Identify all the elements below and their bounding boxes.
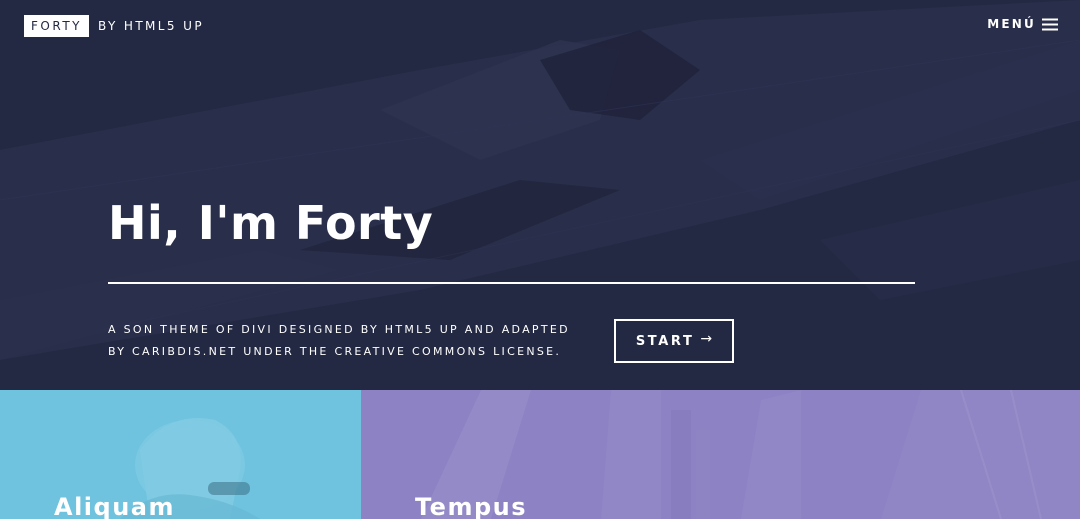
hero-description-line: BY CARIBDIS.NET UNDER THE CREATIVE COMMO… — [108, 345, 562, 358]
menu-button[interactable]: MENÚ — [987, 17, 1058, 31]
hero-divider — [108, 282, 915, 284]
hero-title: Hi, I'm Forty — [108, 196, 434, 250]
tile-aliquam[interactable]: Aliquam — [0, 390, 361, 519]
hamburger-icon — [1042, 18, 1058, 30]
start-button[interactable]: START → — [614, 319, 734, 363]
start-button-label: START — [635, 333, 695, 349]
hero-description: A SON THEME OF DIVI DESIGNED BY HTML5 UP… — [108, 319, 588, 363]
menu-label: MENÚ — [987, 17, 1036, 31]
tile-tempus[interactable]: Tempus — [361, 390, 1080, 519]
arrow-right-icon: → — [700, 331, 713, 347]
site-header: FORTY BY HTML5 UP MENÚ — [0, 0, 1080, 52]
logo-byline: BY HTML5 UP — [97, 19, 204, 33]
site-logo[interactable]: FORTY BY HTML5 UP — [24, 15, 204, 37]
tile-title: Tempus — [415, 493, 528, 519]
tile-title: Aliquam — [54, 493, 175, 519]
hero-description-line: A SON THEME OF DIVI DESIGNED BY HTML5 UP… — [108, 323, 570, 336]
logo-box: FORTY — [24, 15, 89, 37]
hero-banner: FORTY BY HTML5 UP MENÚ Hi, I'm Forty A S… — [0, 0, 1080, 390]
page: FORTY BY HTML5 UP MENÚ Hi, I'm Forty A S… — [0, 0, 1080, 519]
